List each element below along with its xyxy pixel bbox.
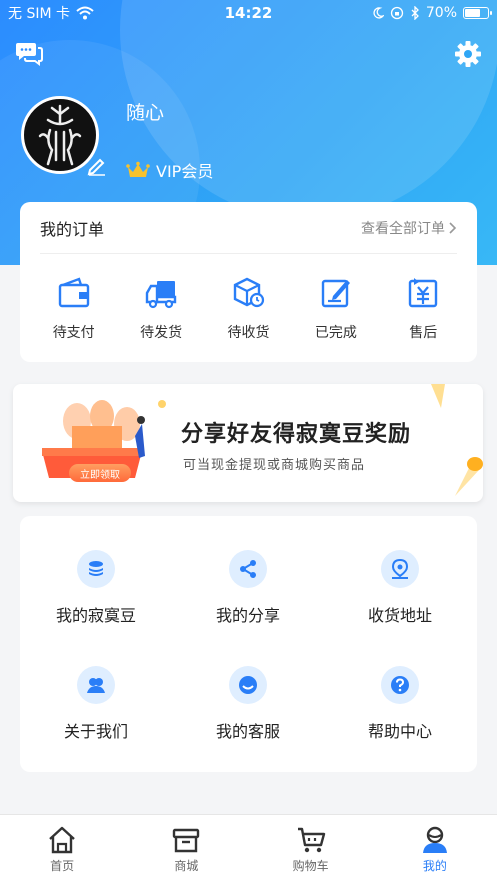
username: 随心 (126, 102, 165, 124)
feature-label: 我的寂寞豆 (55, 606, 136, 625)
crown-icon (126, 161, 150, 177)
share-reward-banner[interactable]: 立即领取 分享好友得寂寞豆奖励 可当现金提现或商城购买商品 (13, 384, 483, 502)
tab-mine[interactable]: 我的 (373, 815, 497, 883)
home-icon (49, 826, 75, 854)
view-all-orders-link[interactable]: 查看全部订单 (361, 218, 457, 238)
order-item-label: 待发货 (140, 325, 183, 341)
store-icon (173, 828, 200, 853)
tab-store[interactable]: 商城 (124, 815, 248, 883)
features-card: 我的寂寞豆 我的分享 收货地址 关于我们 我的客服 帮助中心 (20, 516, 477, 772)
feature-label: 帮助中心 (367, 722, 432, 741)
order-item-label: 售后 (409, 325, 438, 341)
coin-decoration-icon (431, 384, 445, 408)
banner-subtitle: 可当现金提现或商城购买商品 (183, 458, 366, 473)
tab-label: 首页 (50, 859, 75, 873)
coin-decoration-icon (455, 457, 483, 496)
location-icon (391, 558, 409, 579)
wifi-icon (76, 6, 94, 20)
feature-customer-service[interactable]: 我的客服 (172, 666, 324, 742)
order-pending-receipt[interactable]: 待收货 (213, 276, 283, 342)
feature-label: 关于我们 (63, 722, 128, 741)
feature-my-beans[interactable]: 我的寂寞豆 (20, 550, 172, 626)
delivery-truck-icon (145, 281, 177, 309)
order-completed[interactable]: 已完成 (301, 276, 371, 342)
orders-card: 我的订单 查看全部订单 待支付 待发货 待收货 已完成 售后 (20, 202, 477, 362)
banner-title: 分享好友得寂寞豆奖励 (181, 422, 412, 447)
feature-label: 我的客服 (215, 722, 280, 741)
vip-badge: VIP会员 (126, 158, 213, 182)
bluetooth-icon (411, 6, 419, 20)
team-icon (87, 678, 105, 693)
edit-doc-icon (321, 279, 350, 308)
battery-percent: 70% (425, 5, 457, 21)
feature-shipping-address[interactable]: 收货地址 (324, 550, 476, 626)
order-item-label: 已完成 (314, 325, 357, 341)
tab-label: 购物车 (292, 859, 329, 873)
orders-title: 我的订单 (40, 219, 105, 239)
order-after-sale[interactable]: 售后 (388, 276, 458, 342)
view-all-orders-label: 查看全部订单 (361, 220, 445, 237)
help-icon (391, 676, 409, 694)
wallet-icon (58, 277, 89, 308)
feature-help-center[interactable]: 帮助中心 (324, 666, 476, 742)
orders-header: 我的订单 查看全部订单 (40, 202, 457, 254)
chevron-right-icon (449, 221, 457, 234)
tab-home[interactable]: 首页 (0, 815, 124, 883)
order-pending-payment[interactable]: 待支付 (39, 276, 109, 342)
feature-my-share[interactable]: 我的分享 (172, 550, 324, 626)
status-bar: 无 SIM 卡 14:22 70% (0, 0, 497, 26)
share-icon (240, 560, 256, 578)
tab-label: 我的 (422, 859, 447, 873)
user-icon (422, 826, 447, 853)
battery-icon (463, 7, 492, 19)
carrier-label: 无 SIM 卡 (8, 6, 70, 22)
order-item-label: 待收货 (227, 325, 270, 341)
cart-icon (297, 827, 325, 853)
settings-gear-icon[interactable] (454, 40, 482, 68)
moon-icon (373, 7, 384, 19)
rotation-lock-icon (390, 6, 404, 20)
edit-profile-icon[interactable] (86, 154, 108, 176)
smile-icon (239, 676, 257, 694)
coins-icon (89, 561, 103, 576)
message-icon[interactable] (15, 40, 43, 66)
claim-button[interactable]: 立即领取 (69, 464, 131, 482)
feature-about-us[interactable]: 关于我们 (20, 666, 172, 742)
tab-cart[interactable]: 购物车 (249, 815, 373, 883)
feature-label: 我的分享 (215, 606, 280, 625)
order-item-label: 待支付 (52, 325, 95, 341)
bottom-tab-bar: 首页 商城 购物车 我的 (0, 814, 497, 883)
package-icon (234, 277, 265, 308)
order-pending-shipment[interactable]: 待发货 (126, 276, 196, 342)
tab-label: 商城 (174, 859, 199, 873)
feature-label: 收货地址 (367, 606, 432, 625)
vip-label: VIP会员 (156, 162, 214, 181)
yuan-return-icon (409, 278, 438, 308)
